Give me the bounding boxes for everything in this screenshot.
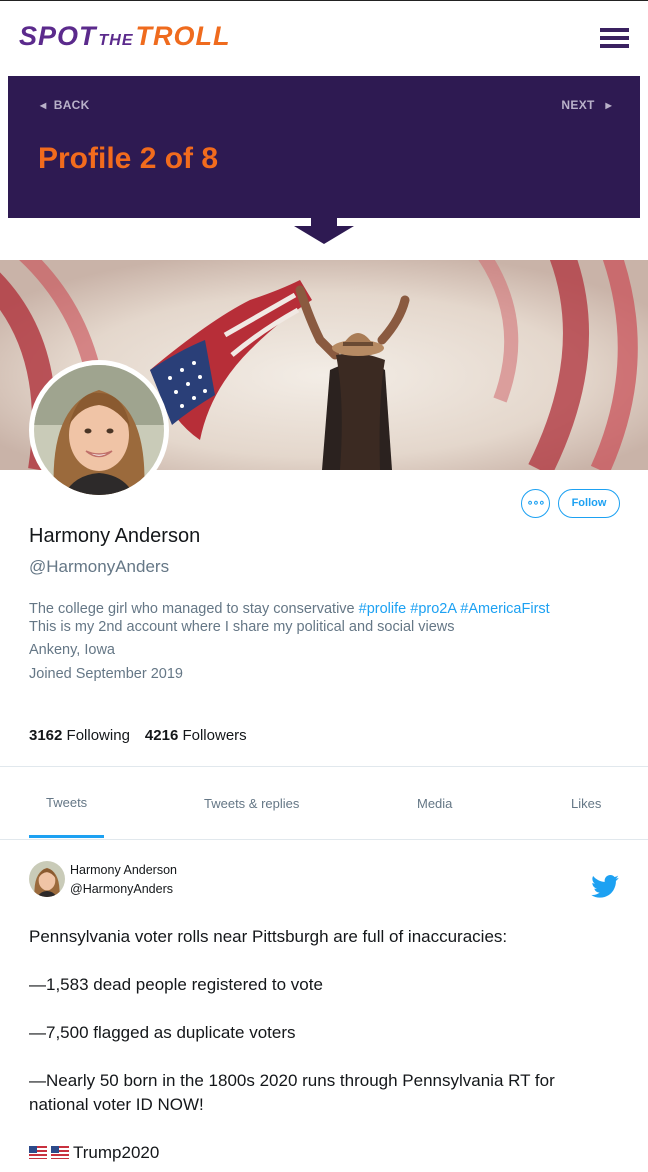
logo-part-troll: TROLL: [135, 21, 231, 51]
profile-navigation-banner: ◀ BACK NEXT ▶ Profile 2 of 8: [8, 76, 640, 218]
hashtag-americafirst[interactable]: #AmericaFirst: [460, 601, 549, 617]
tweet-hashtag-text: Trump2020: [73, 1143, 160, 1162]
tweet-author-photo: [29, 861, 65, 897]
us-flag-icon: [29, 1146, 47, 1159]
followers-count: 4216: [144, 727, 179, 744]
profile-count-title: Profile 2 of 8: [38, 142, 219, 175]
tab-media[interactable]: Media: [417, 796, 452, 811]
tweet-paragraph: Pennsylvania voter rolls near Pittsburgh…: [29, 927, 508, 946]
tweet-body: Pennsylvania voter rolls near Pittsburgh…: [29, 925, 619, 1172]
profile-stats: 3162 Following 4216 Followers: [29, 727, 247, 744]
profile-name: Harmony Anderson: [29, 525, 201, 547]
tab-tweets[interactable]: Tweets: [46, 795, 87, 810]
more-icon: ∘∘∘: [526, 497, 546, 509]
bio-line-2: This is my 2nd account where I share my …: [29, 619, 455, 635]
profile-photo: [34, 365, 164, 495]
following-count: 3162: [29, 727, 63, 744]
profile-location: Ankeny, Iowa: [29, 642, 115, 658]
profile-joined-date: Joined September 2019: [29, 666, 183, 682]
followers-link[interactable]: 4216 Followers: [145, 727, 247, 744]
tab-likes[interactable]: Likes: [571, 796, 601, 811]
follow-button[interactable]: Follow: [558, 489, 620, 518]
tweet-paragraph: —1,583 dead people registered to vote: [29, 975, 323, 994]
tweet-closing-line: Trump2020: [29, 1141, 619, 1165]
followers-label: Followers: [182, 727, 247, 744]
profile-bio: The college girl who managed to stay con…: [29, 600, 629, 636]
chevron-right-icon: ▶: [605, 101, 612, 110]
hashtag-pro2a[interactable]: #pro2A: [410, 601, 456, 617]
menu-icon[interactable]: [600, 28, 629, 48]
bio-text: The college girl who managed to stay con…: [29, 601, 359, 617]
banner-pointer-arrow: [294, 218, 354, 244]
twitter-bird-icon[interactable]: [591, 875, 619, 898]
us-flag-icon: [51, 1146, 69, 1159]
profile-avatar[interactable]: [29, 360, 169, 500]
hashtag-prolife[interactable]: #prolife: [359, 601, 407, 617]
following-label: Following: [66, 727, 130, 744]
logo-part-spot: SPOT: [19, 21, 97, 51]
logo-part-the: THE: [98, 32, 134, 49]
active-tab-indicator: [29, 835, 104, 838]
chevron-left-icon: ◀: [40, 101, 47, 110]
following-link[interactable]: 3162 Following: [29, 727, 130, 744]
divider: [0, 839, 648, 840]
back-button[interactable]: ◀ BACK: [40, 98, 90, 112]
tweet-author-avatar[interactable]: [29, 861, 65, 897]
tweet-paragraph: —Nearly 50 born in the 1800s 2020 runs t…: [29, 1071, 555, 1114]
tweet-author-name[interactable]: Harmony Anderson: [70, 863, 177, 877]
top-bar: SPOT THETROLL: [0, 1, 648, 75]
tweet-author-handle[interactable]: @HarmonyAnders: [70, 882, 173, 896]
back-label: BACK: [53, 98, 90, 112]
profile-tabs: Tweets Tweets & replies Media Likes: [0, 767, 648, 839]
more-options-button[interactable]: ∘∘∘: [521, 489, 550, 518]
profile-handle: @HarmonyAnders: [29, 557, 170, 576]
tweet-paragraph: —7,500 flagged as duplicate voters: [29, 1023, 296, 1042]
next-label: NEXT: [561, 98, 595, 112]
tab-tweets-and-replies[interactable]: Tweets & replies: [204, 796, 299, 811]
spot-the-troll-logo[interactable]: SPOT THETROLL: [19, 21, 231, 52]
next-button[interactable]: NEXT ▶: [561, 98, 612, 112]
